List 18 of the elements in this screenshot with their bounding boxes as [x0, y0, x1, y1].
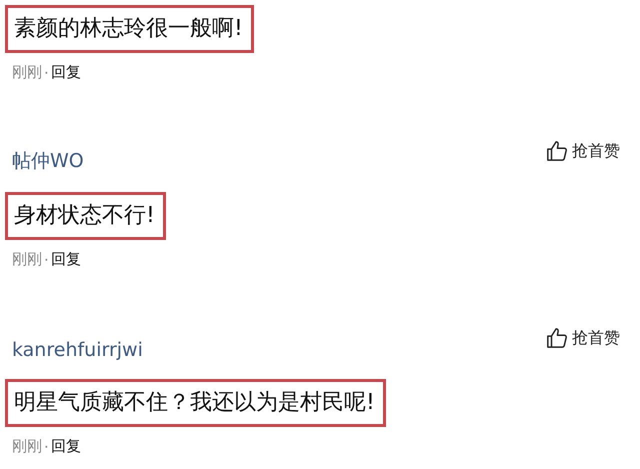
thumbs-up-icon [546, 327, 568, 349]
timestamp: 刚刚 [12, 250, 42, 269]
timestamp: 刚刚 [12, 437, 42, 456]
comment-text: 素颜的林志玲很一般啊! [5, 5, 254, 53]
username[interactable]: 帖仲WO [12, 148, 84, 174]
separator-dot: · [44, 250, 49, 268]
comment-text: 明星气质藏不住？我还以为是村民呢! [5, 379, 386, 427]
reply-button[interactable]: 回复 [50, 63, 81, 82]
timestamp: 刚刚 [12, 63, 42, 82]
like-button[interactable]: 抢首赞 [546, 140, 620, 162]
thumbs-up-icon [546, 140, 568, 162]
reply-button[interactable]: 回复 [50, 250, 81, 269]
separator-dot: · [44, 438, 49, 456]
separator-dot: · [44, 64, 49, 82]
comment-text: 身材状态不行! [5, 192, 166, 240]
reply-button[interactable]: 回复 [50, 437, 81, 456]
username[interactable]: kanrehfuirrjwi [12, 339, 143, 361]
like-button[interactable]: 抢首赞 [546, 327, 620, 349]
